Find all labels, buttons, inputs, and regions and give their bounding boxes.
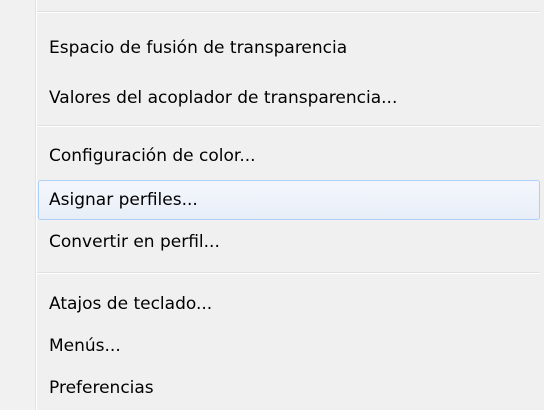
menu-item-menus[interactable]: Menús... [38, 326, 540, 366]
menu-item-keyboard-shortcuts[interactable]: Atajos de teclado... [38, 284, 540, 324]
menu-item-transparency-flattener-presets[interactable]: Valores del acoplador de transparencia..… [38, 78, 540, 118]
menu-separator [37, 272, 540, 274]
menu-item-preferences[interactable]: Preferencias [38, 368, 540, 408]
menu-separator [37, 11, 540, 13]
menu-item-color-settings[interactable]: Configuración de color... [38, 136, 540, 176]
menu-item-assign-profiles[interactable]: Asignar perfiles... [38, 180, 540, 220]
menu-item-convert-to-profile[interactable]: Convertir en perfil... [38, 222, 540, 262]
context-menu: Espacio de fusión de transparencia Valor… [0, 0, 544, 410]
menu-item-transparency-blend-space[interactable]: Espacio de fusión de transparencia [38, 28, 540, 68]
menu-icon-gutter [0, 0, 34, 410]
gutter-divider-highlight [36, 0, 37, 410]
menu-separator [37, 125, 540, 127]
